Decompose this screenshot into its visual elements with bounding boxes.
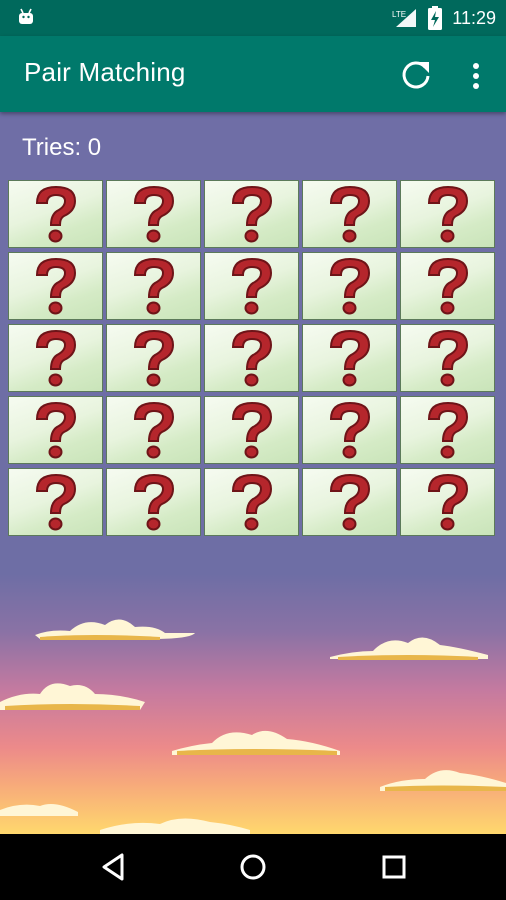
- cloud-decoration: [35, 619, 195, 640]
- memory-card[interactable]: [8, 324, 103, 392]
- question-mark-icon: [133, 185, 174, 243]
- memory-card[interactable]: [302, 468, 397, 536]
- clock: 11:29: [452, 7, 496, 28]
- question-mark-icon: [329, 473, 370, 531]
- question-mark-icon: [133, 401, 174, 459]
- question-mark-icon: [231, 401, 272, 459]
- cloud-decoration: [172, 730, 340, 755]
- overflow-menu-icon[interactable]: [462, 58, 490, 94]
- question-mark-icon: [133, 473, 174, 531]
- game-area: Tries: 0: [0, 112, 506, 834]
- recents-icon[interactable]: [378, 851, 410, 883]
- question-mark-icon: [427, 185, 468, 243]
- battery-charging-icon: [428, 6, 443, 30]
- question-mark-icon: [231, 473, 272, 531]
- question-mark-icon: [35, 185, 76, 243]
- memory-card[interactable]: [302, 180, 397, 248]
- memory-card[interactable]: [302, 252, 397, 320]
- question-mark-icon: [427, 329, 468, 387]
- cloud-decoration: [330, 637, 488, 660]
- tries-counter: Tries: 0: [22, 134, 102, 161]
- question-mark-icon: [231, 329, 272, 387]
- memory-card[interactable]: [106, 252, 201, 320]
- memory-card[interactable]: [106, 468, 201, 536]
- memory-card[interactable]: [400, 468, 495, 536]
- question-mark-icon: [133, 257, 174, 315]
- memory-card[interactable]: [8, 180, 103, 248]
- question-mark-icon: [427, 473, 468, 531]
- question-mark-icon: [231, 257, 272, 315]
- memory-card[interactable]: [106, 324, 201, 392]
- app-bar: Pair Matching: [0, 36, 506, 112]
- question-mark-icon: [133, 329, 174, 387]
- memory-card[interactable]: [8, 396, 103, 464]
- back-icon[interactable]: [98, 851, 130, 883]
- memory-card[interactable]: [8, 252, 103, 320]
- memory-card[interactable]: [302, 324, 397, 392]
- cloud-decoration: [380, 770, 506, 791]
- app-title: Pair Matching: [24, 57, 186, 87]
- memory-card[interactable]: [400, 324, 495, 392]
- navigation-bar: [0, 834, 506, 900]
- home-icon[interactable]: [237, 851, 269, 883]
- question-mark-icon: [427, 401, 468, 459]
- question-mark-icon: [329, 185, 370, 243]
- question-mark-icon: [35, 473, 76, 531]
- memory-card[interactable]: [8, 468, 103, 536]
- question-mark-icon: [427, 257, 468, 315]
- memory-card[interactable]: [204, 252, 299, 320]
- memory-card[interactable]: [204, 468, 299, 536]
- memory-card[interactable]: [400, 180, 495, 248]
- status-bar: LTE 11:29: [0, 0, 506, 36]
- card-grid: [8, 180, 498, 536]
- memory-card[interactable]: [204, 396, 299, 464]
- cloud-decoration: [0, 683, 145, 710]
- question-mark-icon: [329, 401, 370, 459]
- question-mark-icon: [329, 329, 370, 387]
- lte-signal-icon: LTE: [392, 9, 417, 27]
- memory-card[interactable]: [204, 324, 299, 392]
- question-mark-icon: [35, 257, 76, 315]
- memory-card[interactable]: [302, 396, 397, 464]
- question-mark-icon: [35, 401, 76, 459]
- question-mark-icon: [231, 185, 272, 243]
- network-label: LTE: [392, 10, 406, 19]
- memory-card[interactable]: [106, 180, 201, 248]
- memory-card[interactable]: [204, 180, 299, 248]
- cloud-decoration: [100, 818, 250, 834]
- memory-card[interactable]: [106, 396, 201, 464]
- android-icon: [19, 8, 33, 24]
- memory-card[interactable]: [400, 252, 495, 320]
- question-mark-icon: [329, 257, 370, 315]
- refresh-icon[interactable]: [396, 56, 436, 96]
- memory-card[interactable]: [400, 396, 495, 464]
- cloud-decoration: [0, 804, 78, 816]
- question-mark-icon: [35, 329, 76, 387]
